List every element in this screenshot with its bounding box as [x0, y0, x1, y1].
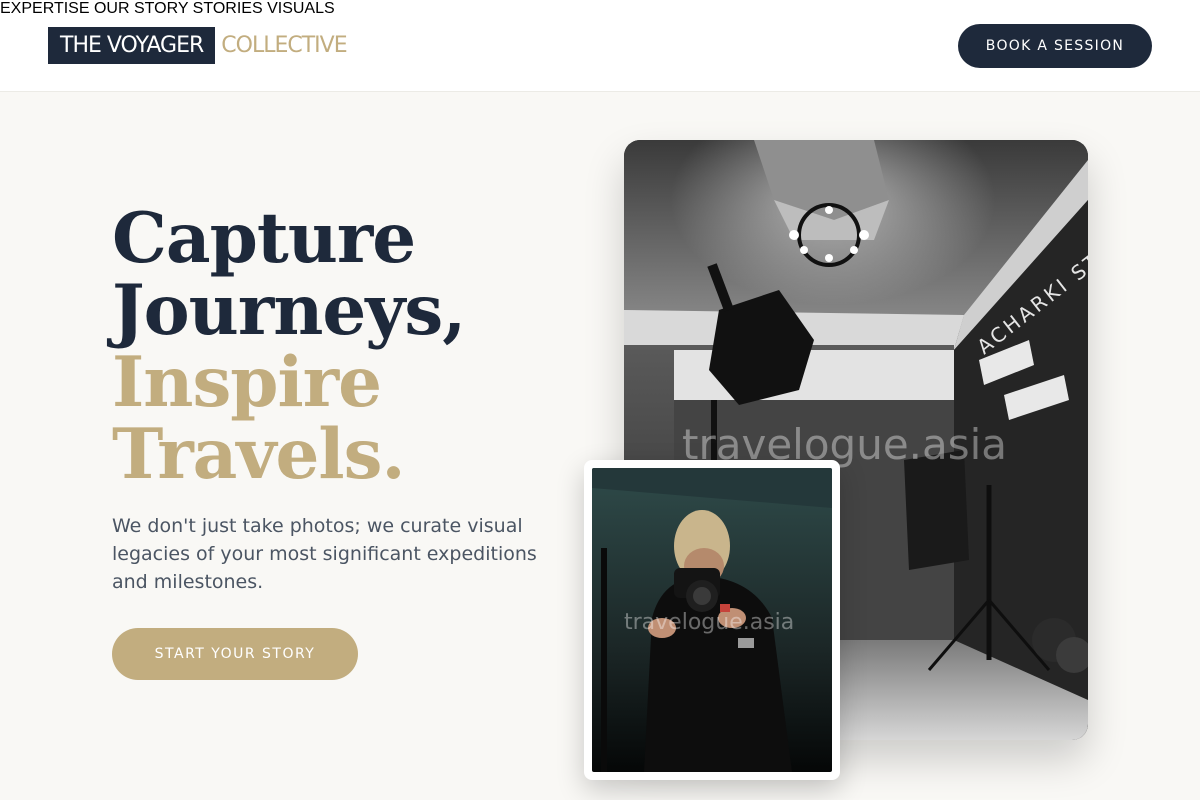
start-your-story-button[interactable]: START YOUR STORY: [112, 628, 358, 680]
headline-line-3: Inspire: [112, 342, 382, 423]
brand-logo[interactable]: THE VOYAGER COLLECTIVE: [48, 27, 348, 64]
site-header: THE VOYAGER COLLECTIVE EXPERTISE OUR STO…: [0, 0, 1200, 92]
headline-line-2: Journeys,: [112, 270, 466, 351]
book-session-button[interactable]: BOOK A SESSION: [958, 24, 1152, 68]
photographer-photo-watermark: travelogue.asia: [624, 610, 795, 635]
nav-item-expertise[interactable]: EXPERTISE: [0, 0, 90, 17]
hero-headline: Capture Journeys, Inspire Travels.: [112, 198, 466, 495]
main-nav: EXPERTISE OUR STORY STORIES VISUALS: [0, 0, 1200, 18]
headline-line-4: Travels.: [112, 414, 405, 495]
brand-primary: THE VOYAGER: [48, 27, 216, 64]
headline-line-1: Capture: [112, 198, 416, 279]
nav-item-stories[interactable]: STORIES: [193, 0, 263, 17]
hero-description: We don't just take photos; we curate vis…: [112, 515, 537, 593]
photographer-photo-frame: travelogue.asia: [584, 460, 840, 780]
nav-item-visuals[interactable]: VISUALS: [267, 0, 335, 17]
brand-accent: COLLECTIVE: [221, 33, 347, 58]
nav-item-our-story[interactable]: OUR STORY: [94, 0, 188, 17]
